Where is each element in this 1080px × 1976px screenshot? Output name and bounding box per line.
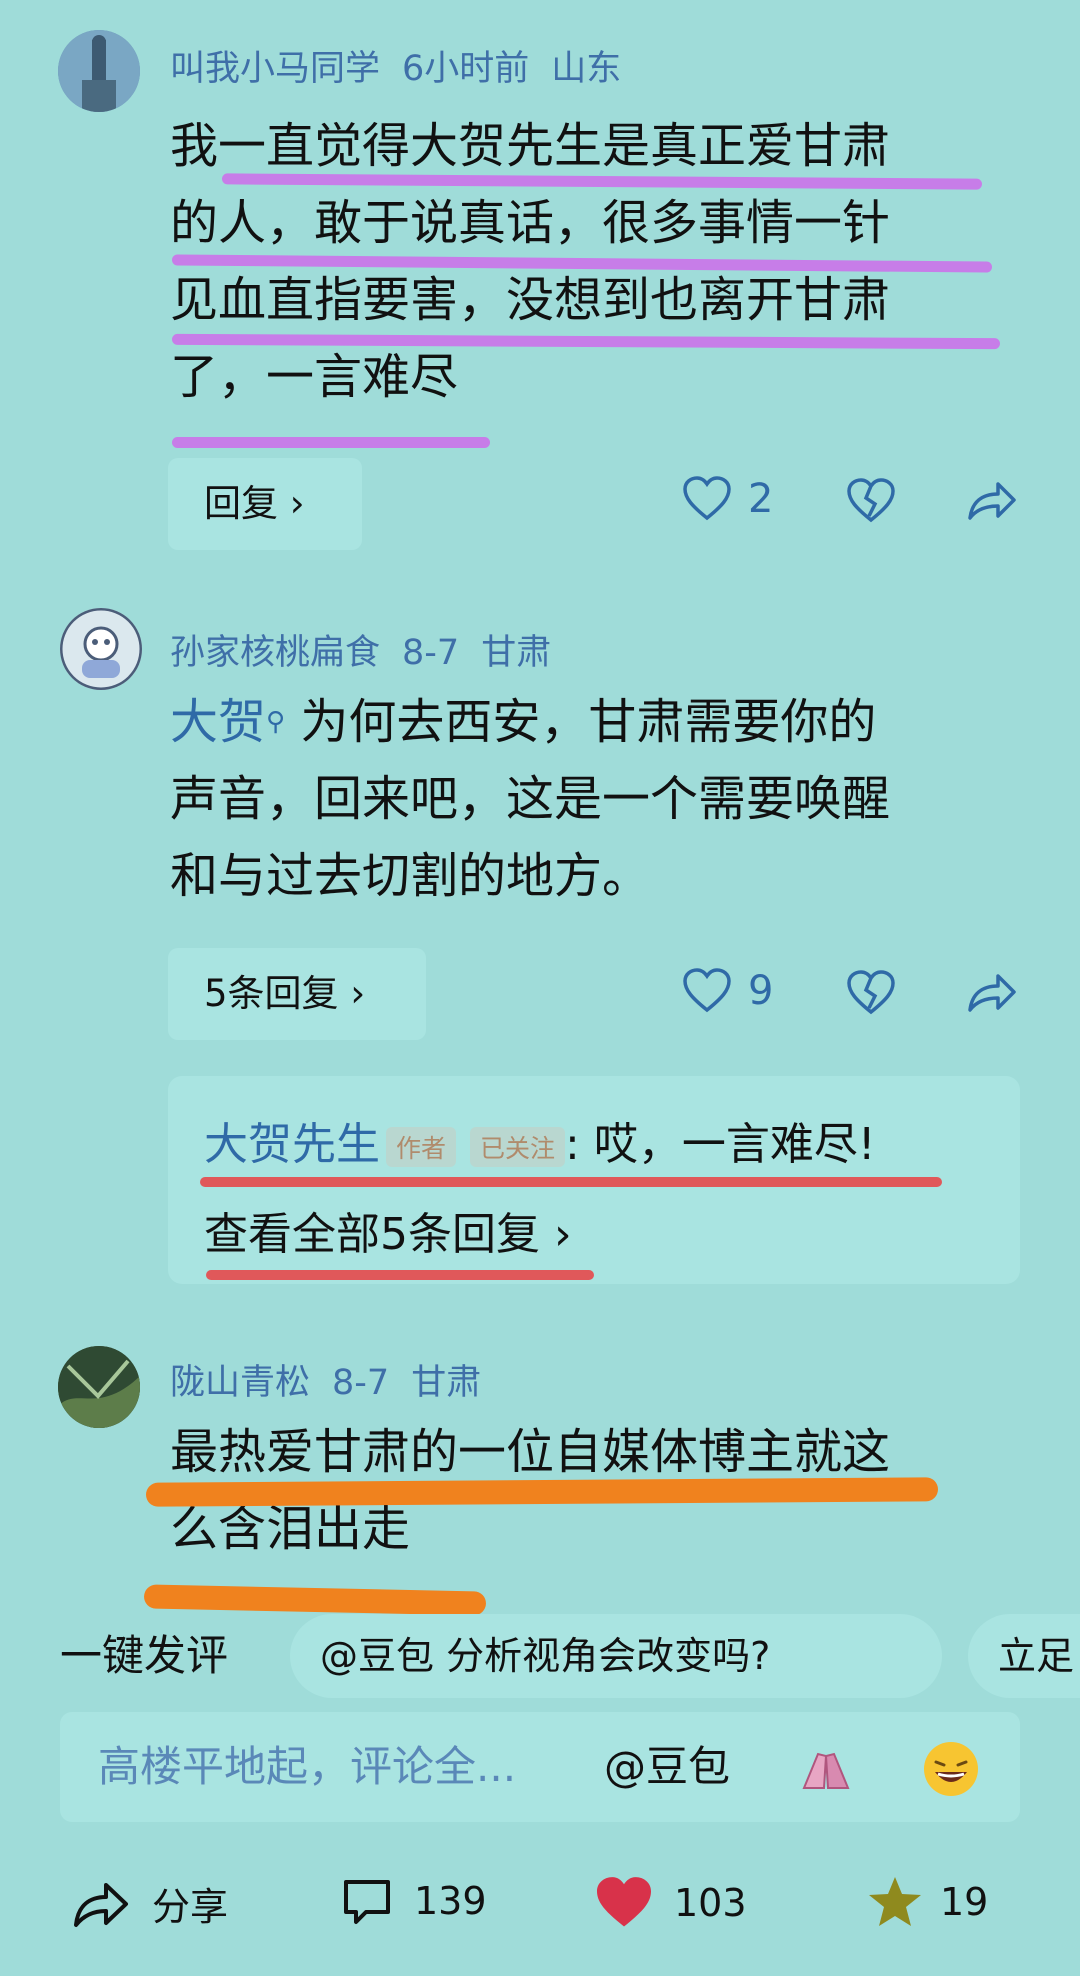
username[interactable]: 孙家核桃扁食 (170, 633, 380, 673)
comment-line: 的人，敢于说真话，很多事情一针 (170, 195, 891, 251)
comment-line: 为何去西安，甘肃需要你的 (300, 694, 877, 750)
comment-2-text[interactable]: 大贺⚲ 为何去西安，甘肃需要你的 声音，回来吧，这是一个需要唤醒 和与过去切割的… (170, 684, 1000, 915)
author-tag: 作者 (386, 1127, 457, 1167)
favorite-count: 19 (940, 1880, 989, 1924)
mention-link[interactable]: 大贺 (170, 694, 266, 750)
view-all-replies-link[interactable]: 查看全部5条回复 › (204, 1198, 572, 1262)
share-comment-button[interactable] (966, 478, 1018, 526)
sub-reply-line: 大贺先生 作者 已关注: 哎，一言难尽! (204, 1108, 875, 1172)
highlight-underline (206, 1270, 594, 1280)
comment-1-meta: 叫我小马同学 6小时前 山东 (170, 40, 643, 91)
chevron-right-icon: › (350, 972, 366, 1015)
timestamp: 8-7 (332, 1363, 390, 1403)
reply-label: 5条回复 (204, 972, 339, 1015)
reply-button[interactable]: 回复 › (168, 458, 362, 550)
nature-avatar-icon (58, 1346, 140, 1428)
like-post-button[interactable]: 103 (594, 1876, 747, 1930)
statue-avatar-icon (58, 30, 140, 112)
sub-reply-text: : 哎，一言难尽! (565, 1119, 876, 1170)
filled-heart-icon (597, 1877, 651, 1927)
avatar-user-3[interactable] (58, 1346, 140, 1428)
location: 山东 (551, 49, 622, 89)
cartoon-avatar-icon (60, 608, 142, 690)
forward-arrow-icon (968, 482, 1016, 520)
username[interactable]: 叫我小马同学 (170, 49, 380, 89)
timestamp: 8-7 (402, 633, 460, 673)
highlight-underline (172, 437, 490, 448)
favorite-button[interactable]: 19 (866, 1874, 988, 1930)
comment-1-actions: 2 (682, 476, 773, 522)
forward-arrow-icon (968, 974, 1016, 1012)
chevron-right-icon: › (289, 482, 305, 525)
location: 甘肃 (481, 633, 552, 673)
dislike-button[interactable] (846, 478, 896, 528)
avatar-user-2[interactable] (60, 608, 142, 690)
suggestion-chip[interactable]: @豆包 分析视角会改变吗? (290, 1614, 942, 1698)
suggestion-chip[interactable]: 立足 (968, 1614, 1080, 1698)
comment-line: 了，一言难尽 (170, 349, 459, 405)
comment-count: 139 (414, 1879, 487, 1923)
comment-2-meta: 孙家核桃扁食 8-7 甘肃 (170, 624, 573, 675)
comment-bubble-icon (344, 1880, 390, 1924)
comment-line: 声音，回来吧，这是一个需要唤醒 (170, 771, 891, 827)
input-placeholder: 高楼平地起，评论全... (98, 1742, 517, 1791)
like-count: 2 (748, 476, 774, 522)
clap-emoji-button[interactable] (796, 1742, 856, 1798)
clapping-hands-icon (802, 1752, 850, 1789)
share-comment-button[interactable] (966, 970, 1018, 1018)
dislike-button[interactable] (846, 970, 896, 1020)
followed-tag: 已关注 (470, 1127, 566, 1167)
share-arrow-icon (74, 1882, 128, 1927)
timestamp: 6小时前 (402, 49, 530, 89)
chevron-right-icon: › (554, 1209, 572, 1260)
comment-line: 见血直指要害，没想到也离开甘肃 (170, 272, 891, 328)
like-count: 103 (674, 1881, 747, 1925)
username[interactable]: 陇山青松 (170, 1363, 310, 1403)
highlight-underline (143, 1584, 487, 1616)
share-button[interactable]: 分享 (72, 1876, 228, 1931)
like-heart-icon[interactable] (682, 968, 732, 1014)
broken-heart-icon (847, 970, 895, 1015)
like-heart-icon[interactable] (682, 476, 732, 522)
sub-reply-author[interactable]: 大贺先生 (204, 1119, 380, 1170)
avatar-user-1[interactable] (58, 30, 140, 112)
highlight-underline (200, 1177, 942, 1187)
broken-heart-icon (847, 478, 895, 523)
comments-button[interactable]: 139 (340, 1876, 487, 1926)
view-all-label: 查看全部5条回复 (204, 1209, 540, 1260)
mention-doubao-button[interactable]: @豆包 (604, 1736, 730, 1798)
search-icon: ⚲ (266, 707, 286, 737)
comment-line: 和与过去切割的地方。 (170, 848, 651, 904)
quick-comment-label: 一键发评 (60, 1631, 229, 1680)
share-label: 分享 (152, 1885, 229, 1929)
view-replies-button[interactable]: 5条回复 › (168, 948, 426, 1040)
laughing-emoji-button[interactable] (922, 1740, 980, 1802)
laughing-face-icon (924, 1742, 978, 1796)
reply-label: 回复 (204, 482, 278, 525)
like-count: 9 (748, 968, 774, 1014)
star-icon (869, 1877, 921, 1926)
location: 甘肃 (411, 1363, 482, 1403)
comment-3-meta: 陇山青松 8-7 甘肃 (170, 1354, 503, 1405)
comment-2-actions: 9 (682, 968, 773, 1014)
